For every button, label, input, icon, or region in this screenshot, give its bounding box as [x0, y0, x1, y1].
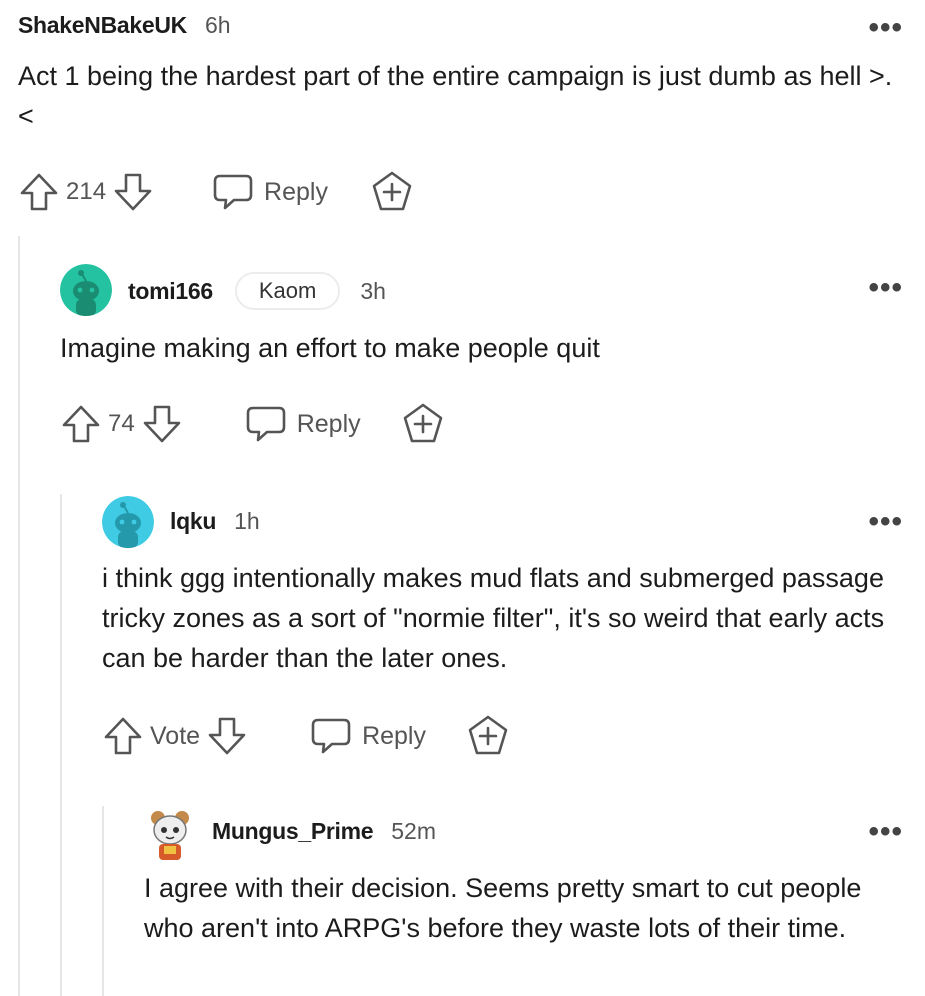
- snoo-avatar-icon: [102, 496, 154, 548]
- custom-avatar-icon: [151, 811, 189, 860]
- avatar[interactable]: [144, 808, 196, 860]
- vote-count: 214: [66, 178, 107, 205]
- downvote-arrow-icon[interactable]: [206, 715, 248, 757]
- upvote-arrow-icon[interactable]: [60, 403, 102, 445]
- speech-bubble-icon: [310, 716, 352, 756]
- more-options-icon[interactable]: •••: [868, 273, 903, 303]
- reply-label: Reply: [362, 721, 426, 750]
- author-name[interactable]: tomi166: [128, 278, 213, 305]
- avatar[interactable]: [60, 264, 112, 316]
- more-options-icon[interactable]: •••: [868, 507, 903, 537]
- reply-button[interactable]: Reply: [245, 404, 361, 444]
- timestamp: 6h: [204, 12, 231, 38]
- more-options-icon[interactable]: •••: [868, 13, 903, 43]
- award-plus-icon[interactable]: [370, 170, 414, 214]
- comment-header: ShakeNBakeUK 6h: [18, 12, 231, 39]
- upvote-arrow-icon[interactable]: [18, 171, 60, 213]
- more-options-icon[interactable]: •••: [868, 817, 903, 847]
- comment-header: tomi166 Kaom 3h: [128, 272, 386, 310]
- vote-count: 74: [108, 410, 135, 437]
- snoo-avatar-icon: [60, 264, 112, 316]
- reply-label: Reply: [264, 177, 328, 206]
- vote-label: Vote: [150, 721, 201, 750]
- downvote-arrow-icon[interactable]: [112, 171, 154, 213]
- author-name[interactable]: Mungus_Prime: [212, 818, 374, 845]
- comment-header: lqku 1h: [170, 508, 260, 535]
- downvote-arrow-icon[interactable]: [141, 403, 183, 445]
- reply-button[interactable]: Reply: [310, 716, 426, 756]
- comment-header: Mungus_Prime 52m: [212, 818, 436, 845]
- comment-shakenbakeuk: ShakeNBakeUK 6h ••• Act 1 being the hard…: [0, 0, 925, 230]
- timestamp: 52m: [391, 818, 437, 844]
- user-flair: Kaom: [234, 272, 341, 310]
- timestamp: 3h: [360, 277, 386, 304]
- comment-body: I agree with their decision. Seems prett…: [144, 873, 862, 943]
- comment-thread: ShakeNBakeUK 6h ••• Act 1 being the hard…: [0, 0, 925, 996]
- comment-body: i think ggg intentionally makes mud flat…: [102, 563, 885, 673]
- comment-lqku: lqku 1h ••• i think ggg intentionally ma…: [0, 490, 925, 790]
- award-plus-icon[interactable]: [466, 714, 510, 758]
- action-bar: 74 Reply: [60, 402, 445, 446]
- reply-label: Reply: [296, 409, 361, 438]
- comment-body: Imagine making an effort to make people …: [60, 333, 600, 363]
- comment-body: Act 1 being the hardest part of the enti…: [18, 61, 893, 131]
- comment-mungus-prime: Mungus_Prime 52m ••• I agree with their …: [0, 800, 925, 996]
- action-bar: 214 Reply: [18, 170, 414, 214]
- award-plus-icon[interactable]: [401, 402, 445, 446]
- author-name[interactable]: lqku: [170, 508, 216, 535]
- upvote-arrow-icon[interactable]: [102, 715, 144, 757]
- reply-button[interactable]: Reply: [212, 172, 328, 212]
- speech-bubble-icon: [245, 404, 287, 444]
- speech-bubble-icon: [212, 172, 254, 212]
- comment-tomi166: tomi166 Kaom 3h ••• Imagine making an ef…: [0, 250, 925, 470]
- author-name[interactable]: ShakeNBakeUK: [18, 12, 187, 39]
- timestamp: 1h: [234, 508, 260, 534]
- action-bar: Vote Reply: [102, 714, 510, 758]
- avatar[interactable]: [102, 496, 154, 548]
